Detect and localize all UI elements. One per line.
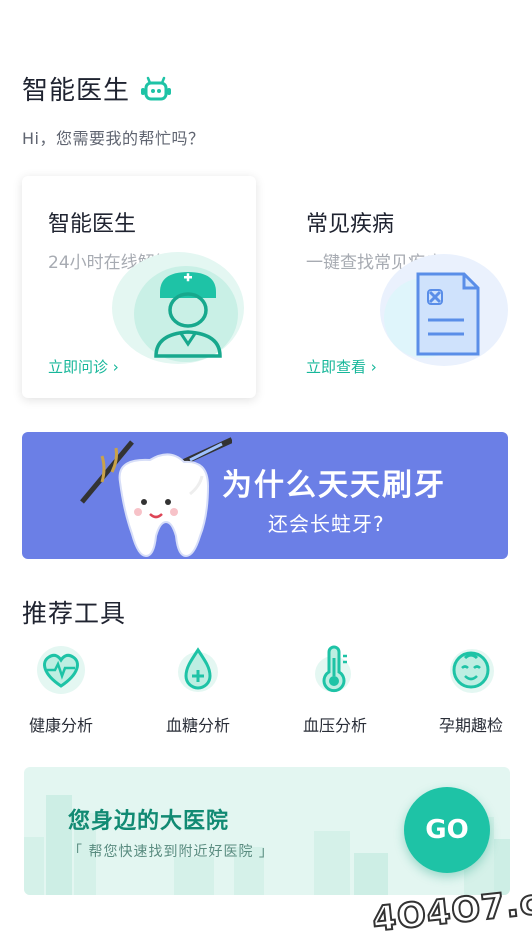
card-title: 常见疾病 <box>306 212 395 237</box>
tools-grid: 健康分析 血糖分析 血压分析 孕期趣检 <box>0 644 532 744</box>
doctor-icon <box>112 252 244 364</box>
tooth-illustration-icon <box>80 437 232 558</box>
hospital-subtitle: 「 帮您快速找到附近好医院 」 <box>68 844 274 860</box>
tool-pregnancy-check[interactable]: 孕期趣检 <box>416 644 526 736</box>
feature-cards: 智能医生 24小时在线解答 立即问诊 › 常见疾病 一键查找常见疾病 立即查看 … <box>22 176 514 398</box>
nearby-hospital-banner[interactable]: 您身边的大医院 「 帮您快速找到附近好医院 」 GO <box>24 767 510 895</box>
blood-drop-icon <box>178 647 218 692</box>
tool-label: 血糖分析 <box>165 716 230 735</box>
tooth-article-banner[interactable]: 为什么天天刷牙 还会长蛀牙? <box>22 432 508 559</box>
baby-face-icon <box>450 649 494 693</box>
consult-now-link[interactable]: 立即问诊 › <box>48 356 119 377</box>
heart-pulse-icon <box>37 646 85 694</box>
banner-headline: 为什么天天刷牙 <box>222 468 446 503</box>
tool-label: 孕期趣检 <box>438 716 503 735</box>
page-title: 智能医生 <box>22 76 131 106</box>
thermometer-icon <box>315 645 351 693</box>
smart-doctor-card[interactable]: 智能医生 24小时在线解答 立即问诊 › <box>22 176 256 398</box>
go-button[interactable]: GO <box>404 787 490 873</box>
tool-blood-sugar[interactable]: 血糖分析 <box>143 644 253 736</box>
tool-health-analysis[interactable]: 健康分析 <box>6 644 116 736</box>
greeting-subtitle: Hi，您需要我的帮忙吗？ <box>22 129 205 148</box>
header: 智能医生 Hi，您需要我的帮忙吗？ <box>22 70 204 149</box>
robot-icon <box>141 76 172 100</box>
card-title: 智能医生 <box>48 212 137 237</box>
banner-subline: 还会长蛀牙? <box>268 512 385 536</box>
tool-label: 健康分析 <box>28 716 93 735</box>
tool-blood-pressure[interactable]: 血压分析 <box>280 644 390 736</box>
tools-section-title: 推荐工具 <box>22 599 127 628</box>
hospital-title: 您身边的大医院 <box>68 809 230 834</box>
tool-label: 血压分析 <box>302 716 367 735</box>
report-icon <box>380 254 508 366</box>
common-disease-card[interactable]: 常见疾病 一键查找常见疾病 立即查看 › <box>280 176 514 398</box>
view-now-link[interactable]: 立即查看 › <box>306 356 377 377</box>
